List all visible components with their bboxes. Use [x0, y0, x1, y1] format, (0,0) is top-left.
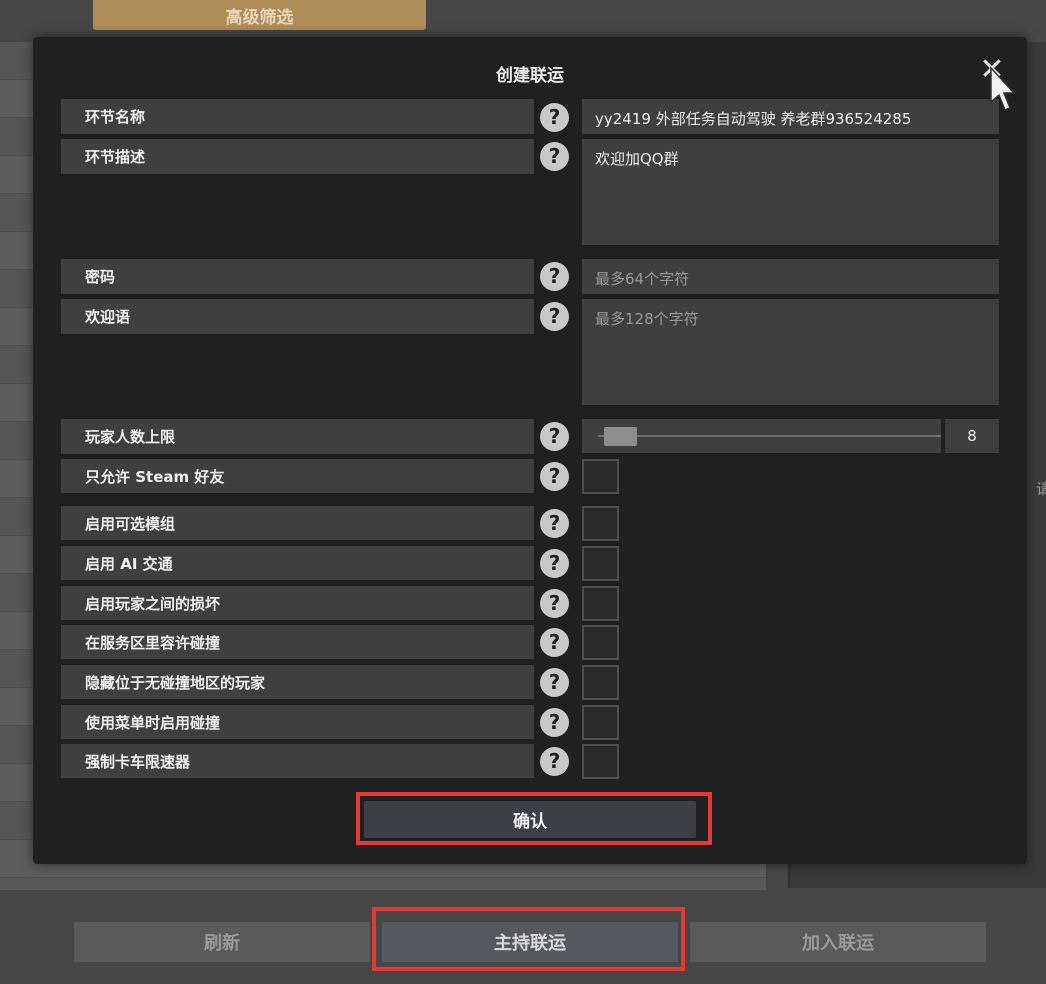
option-label: 在服务区里容许碰撞: [61, 625, 534, 659]
help-icon[interactable]: ?: [540, 628, 569, 657]
option-label-text: 启用可选模组: [85, 514, 176, 533]
option-checkbox[interactable]: [582, 459, 619, 494]
option-label-text: 强制卡车限速器: [85, 752, 191, 771]
option-label: 使用菜单时启用碰撞: [61, 705, 534, 739]
option-label: 隐藏位于无碰撞地区的玩家: [61, 665, 534, 699]
help-icon[interactable]: ?: [540, 262, 569, 291]
slider-track: [598, 435, 941, 437]
help-icon[interactable]: ?: [540, 747, 569, 776]
session-name-label: 环节名称: [61, 99, 534, 134]
help-icon[interactable]: ?: [540, 462, 569, 491]
help-icon[interactable]: ?: [540, 142, 569, 171]
option-label-text: 只允许 Steam 好友: [85, 467, 225, 486]
help-icon[interactable]: ?: [540, 668, 569, 697]
help-icon[interactable]: ?: [540, 422, 569, 451]
option-label-text: 在服务区里容许碰撞: [85, 633, 221, 652]
slider-thumb[interactable]: [603, 427, 637, 446]
session-description-input[interactable]: 欢迎加QQ群: [582, 139, 999, 245]
option-label-text: 启用 AI 交通: [85, 554, 173, 573]
session-description-label-text: 环节描述: [85, 148, 146, 166]
help-icon[interactable]: ?: [540, 589, 569, 618]
option-checkbox[interactable]: [582, 705, 619, 740]
option-label: 只允许 Steam 好友: [61, 459, 534, 493]
help-icon[interactable]: ?: [540, 708, 569, 737]
max-players-label-text: 玩家人数上限: [85, 428, 176, 446]
option-checkbox[interactable]: [582, 586, 619, 621]
welcome-message-input[interactable]: 最多128个字符: [582, 299, 999, 405]
confirm-button[interactable]: 确认: [364, 801, 696, 838]
option-label-text: 隐藏位于无碰撞地区的玩家: [85, 673, 266, 692]
option-label-text: 启用玩家之间的损坏: [85, 594, 221, 613]
option-label: 强制卡车限速器: [61, 744, 534, 778]
option-label: 启用可选模组: [61, 506, 534, 540]
option-checkbox[interactable]: [582, 625, 619, 660]
session-description-label: 环节描述: [61, 139, 534, 174]
option-label: 启用 AI 交通: [61, 546, 534, 580]
help-icon[interactable]: ?: [540, 302, 569, 331]
max-players-value: 8: [945, 419, 999, 453]
help-icon[interactable]: ?: [540, 103, 569, 132]
option-label-text: 使用菜单时启用碰撞: [85, 713, 221, 732]
mouse-cursor-icon: [990, 66, 1016, 111]
password-label: 密码: [61, 259, 534, 294]
option-checkbox[interactable]: [582, 744, 619, 779]
option-checkbox[interactable]: [582, 665, 619, 700]
help-icon[interactable]: ?: [540, 549, 569, 578]
max-players-slider[interactable]: [582, 419, 941, 453]
welcome-message-label-text: 欢迎语: [85, 308, 131, 326]
password-input[interactable]: 最多64个字符: [582, 259, 999, 294]
session-name-input[interactable]: yy2419 外部任务自动驾驶 养老群936524285: [582, 99, 999, 134]
option-checkbox[interactable]: [582, 506, 619, 541]
highlight-frame-host: [372, 907, 685, 971]
option-checkbox[interactable]: [582, 546, 619, 581]
help-icon[interactable]: ?: [540, 509, 569, 538]
session-name-label-text: 环节名称: [85, 108, 146, 126]
welcome-message-label: 欢迎语: [61, 299, 534, 334]
option-label: 启用玩家之间的损坏: [61, 586, 534, 620]
max-players-label: 玩家人数上限: [61, 419, 534, 454]
password-label-text: 密码: [85, 268, 116, 286]
